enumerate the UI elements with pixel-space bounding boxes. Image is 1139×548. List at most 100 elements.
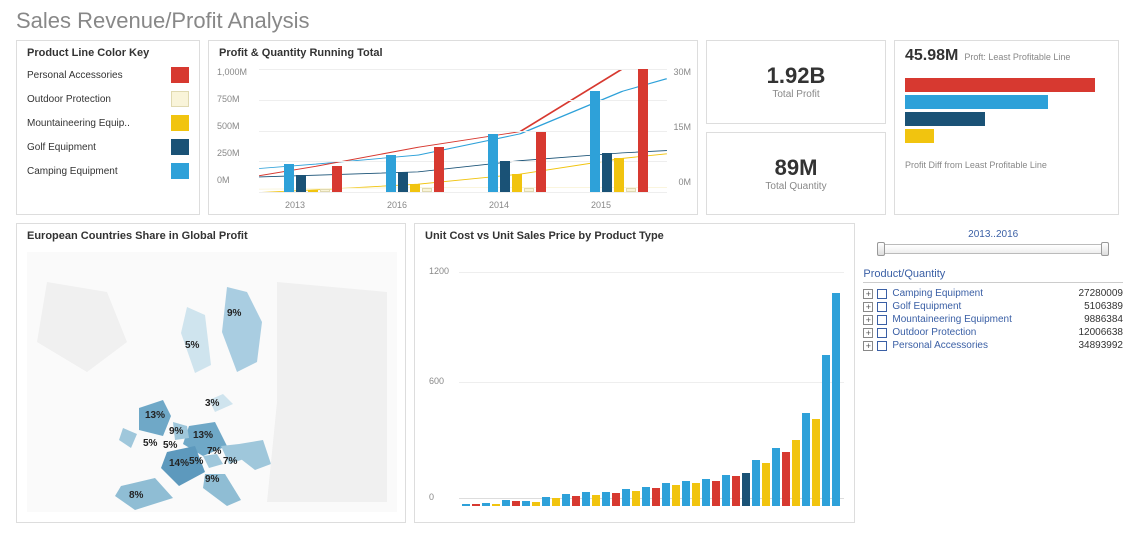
y-tick: 1,000M — [217, 67, 247, 77]
cost-bar[interactable] — [762, 463, 770, 506]
cost-bar[interactable] — [502, 500, 510, 506]
expand-icon[interactable]: + — [863, 341, 873, 351]
tree-item-name: Personal Accessories — [892, 340, 1074, 351]
cost-bar[interactable] — [552, 498, 560, 506]
checkbox[interactable] — [877, 341, 887, 351]
map-value-label: 5% — [163, 440, 177, 451]
cost-bar[interactable] — [612, 493, 620, 506]
checkbox[interactable] — [877, 315, 887, 325]
cost-bar[interactable] — [792, 440, 800, 506]
cost-bar[interactable] — [712, 481, 720, 506]
bar[interactable] — [434, 147, 444, 192]
checkbox[interactable] — [877, 328, 887, 338]
cost-bar[interactable] — [582, 492, 590, 506]
least-bars[interactable] — [895, 78, 1118, 143]
legend-item[interactable]: Golf Equipment — [27, 139, 189, 155]
bar[interactable] — [500, 161, 510, 192]
legend-item[interactable]: Outdoor Protection — [27, 91, 189, 107]
cost-bar[interactable] — [522, 501, 530, 506]
cost-bar[interactable] — [702, 479, 710, 506]
slider-handle-right[interactable] — [1101, 242, 1109, 256]
cost-bar[interactable] — [572, 496, 580, 506]
cost-chart[interactable]: 1200 600 0 — [415, 246, 854, 522]
cost-bar[interactable] — [722, 475, 730, 506]
legend-item[interactable]: Mountaineering Equip.. — [27, 115, 189, 131]
cost-bar[interactable] — [782, 452, 790, 506]
slider-handle-left[interactable] — [877, 242, 885, 256]
bar[interactable] — [512, 174, 522, 192]
cost-bar[interactable] — [492, 504, 500, 506]
bar-group[interactable] — [283, 69, 348, 192]
running-total-chart[interactable]: 1,000M750M500M250M0M 30M15M0M 2013201620… — [209, 63, 697, 214]
slider-track[interactable] — [879, 244, 1107, 254]
bar[interactable] — [332, 166, 342, 192]
checkbox[interactable] — [877, 289, 887, 299]
cost-bar[interactable] — [642, 487, 650, 506]
year-slider[interactable]: 2013..2016 — [863, 223, 1123, 254]
bar[interactable] — [536, 132, 546, 192]
bar[interactable] — [488, 134, 498, 192]
bar[interactable] — [320, 189, 330, 192]
cost-bar[interactable] — [622, 489, 630, 506]
diff-bar[interactable] — [905, 78, 1095, 92]
cost-bar[interactable] — [652, 488, 660, 506]
diff-bar[interactable] — [905, 95, 1048, 109]
bar[interactable] — [410, 184, 420, 192]
cost-bar[interactable] — [512, 501, 520, 506]
bar-group[interactable] — [385, 69, 450, 192]
cost-bar[interactable] — [732, 476, 740, 506]
cost-bar[interactable] — [752, 460, 760, 506]
map-panel: European Countries Share in Global Profi… — [16, 223, 406, 523]
cost-bar[interactable] — [802, 413, 810, 506]
legend-item[interactable]: Camping Equipment — [27, 163, 189, 179]
cost-bar[interactable] — [592, 495, 600, 506]
bar[interactable] — [524, 188, 534, 192]
cost-bar[interactable] — [822, 355, 830, 506]
cost-bar[interactable] — [692, 483, 700, 506]
bar[interactable] — [638, 69, 648, 192]
bar[interactable] — [284, 164, 294, 192]
cost-bar[interactable] — [812, 419, 820, 506]
map-chart[interactable]: 9%5%3%13%9%13%5%5%14%5%7%7%9%8% — [17, 246, 405, 523]
bar[interactable] — [308, 190, 318, 192]
cost-bar[interactable] — [462, 504, 470, 506]
bar[interactable] — [398, 172, 408, 192]
diff-bar[interactable] — [905, 129, 934, 143]
cost-bar[interactable] — [662, 483, 670, 506]
bar-group[interactable] — [487, 69, 552, 192]
bar[interactable] — [590, 91, 600, 192]
cost-bar[interactable] — [632, 491, 640, 506]
cost-bar[interactable] — [482, 503, 490, 506]
bar[interactable] — [626, 188, 636, 192]
bar[interactable] — [614, 158, 624, 192]
diff-bar[interactable] — [905, 112, 985, 126]
cost-bar[interactable] — [602, 492, 610, 506]
bar[interactable] — [422, 188, 432, 192]
y-tick: 250M — [217, 148, 240, 158]
cost-bar[interactable] — [772, 448, 780, 506]
tree-row[interactable]: +Personal Accessories34893992 — [863, 339, 1123, 352]
expand-icon[interactable]: + — [863, 315, 873, 325]
least-footer: Profit Diff from Least Profitable Line — [895, 146, 1118, 174]
checkbox[interactable] — [877, 302, 887, 312]
tree-row[interactable]: +Mountaineering Equipment9886384 — [863, 313, 1123, 326]
cost-bar[interactable] — [832, 293, 840, 506]
legend-item[interactable]: Personal Accessories — [27, 67, 189, 83]
expand-icon[interactable]: + — [863, 328, 873, 338]
tree-row[interactable]: +Golf Equipment5106389 — [863, 300, 1123, 313]
bar[interactable] — [602, 153, 612, 192]
cost-bar[interactable] — [562, 494, 570, 506]
cost-bar[interactable] — [472, 504, 480, 506]
bar[interactable] — [296, 175, 306, 192]
tree-row[interactable]: +Outdoor Protection12006638 — [863, 326, 1123, 339]
cost-bar[interactable] — [672, 485, 680, 506]
expand-icon[interactable]: + — [863, 302, 873, 312]
cost-bar[interactable] — [742, 473, 750, 506]
bar-group[interactable] — [589, 69, 654, 192]
bar[interactable] — [386, 155, 396, 192]
expand-icon[interactable]: + — [863, 289, 873, 299]
tree-row[interactable]: +Camping Equipment27280009 — [863, 287, 1123, 300]
cost-bar[interactable] — [682, 481, 690, 506]
cost-bar[interactable] — [532, 502, 540, 506]
cost-bar[interactable] — [542, 497, 550, 506]
